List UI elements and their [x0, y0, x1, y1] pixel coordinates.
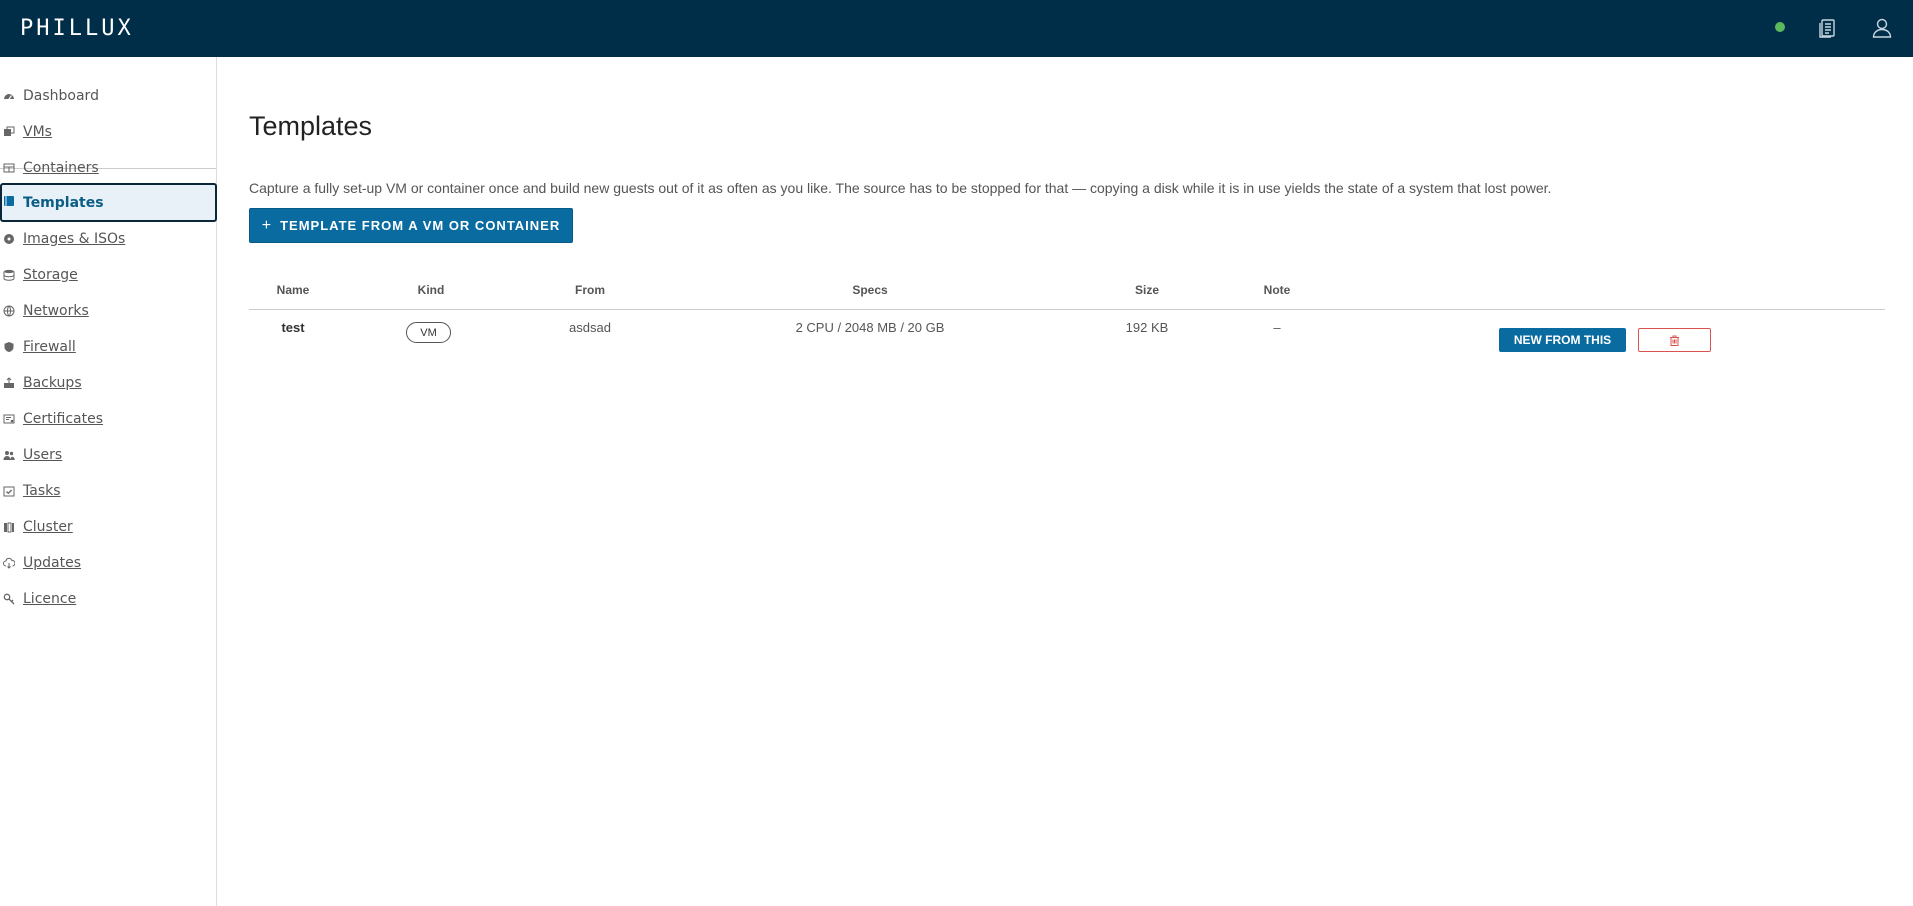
table-header-divider	[249, 309, 1885, 310]
backups-icon	[3, 377, 15, 389]
dashboard-icon	[3, 90, 15, 102]
sidebar-item-firewall[interactable]: Firewall	[0, 329, 217, 365]
page-description: Capture a fully set-up VM or container o…	[249, 180, 1552, 196]
sidebar-item-users[interactable]: Users	[0, 437, 217, 473]
template-name: test	[281, 320, 305, 335]
users-icon	[3, 449, 15, 461]
sidebar-item-label: VMs	[23, 124, 52, 140]
storage-icon	[3, 269, 15, 281]
column-header-note[interactable]: Note	[1264, 283, 1291, 297]
sidebar-item-cluster[interactable]: Cluster	[0, 509, 217, 545]
sidebar-item-label: Dashboard	[23, 88, 99, 104]
sidebar-item-certificates[interactable]: Certificates	[0, 401, 217, 437]
vms-icon	[3, 126, 15, 138]
sidebar-item-label: Users	[23, 447, 63, 463]
top-bar: PHILLUX	[0, 0, 1913, 57]
sidebar-item-label: Licence	[23, 591, 77, 607]
plus-icon: +	[261, 216, 273, 234]
column-header-kind[interactable]: Kind	[418, 283, 445, 297]
key-icon	[3, 593, 15, 605]
new-from-this-button[interactable]: NEW FROM THIS	[1499, 328, 1626, 352]
column-header-specs[interactable]: Specs	[852, 283, 887, 297]
kind-badge: VM	[406, 322, 451, 343]
delete-button[interactable]	[1638, 328, 1711, 352]
column-header-name[interactable]: Name	[277, 283, 310, 297]
sidebar-item-label: Firewall	[23, 339, 76, 355]
sidebar-item-label: Tasks	[23, 483, 61, 499]
cluster-icon	[3, 521, 15, 533]
tasks-icon	[3, 485, 15, 497]
sidebar-item-label: Storage	[23, 267, 78, 283]
cloud-download-icon	[3, 557, 15, 569]
docs-icon[interactable]	[1813, 14, 1841, 42]
column-header-from[interactable]: From	[575, 283, 605, 297]
sidebar-item-label: Cluster	[23, 519, 73, 535]
sidebar-item-label: Networks	[23, 303, 89, 319]
sidebar-item-label: Certificates	[23, 411, 104, 427]
button-label: TEMPLATE FROM A VM OR CONTAINER	[280, 218, 561, 233]
sidebar-item-storage[interactable]: Storage	[0, 257, 217, 293]
sidebar-item-tasks[interactable]: Tasks	[0, 473, 217, 509]
sidebar-item-backups[interactable]: Backups	[0, 365, 217, 401]
templates-icon	[3, 195, 15, 207]
column-header-size[interactable]: Size	[1135, 283, 1159, 297]
containers-icon	[3, 162, 15, 174]
sidebar-item-images[interactable]: Images & ISOs	[0, 221, 217, 257]
trash-icon	[1670, 335, 1679, 346]
shield-icon	[3, 341, 15, 353]
sidebar-item-templates[interactable]: Templates	[0, 183, 217, 222]
status-indicator	[1775, 22, 1785, 32]
sidebar-item-label: Backups	[23, 375, 82, 391]
certificates-icon	[3, 413, 15, 425]
template-size: 192 KB	[1125, 320, 1169, 335]
template-note: –	[1273, 320, 1281, 335]
page-title: Templates	[249, 111, 373, 141]
networks-icon	[3, 305, 15, 317]
sidebar-item-label: Templates	[23, 194, 104, 211]
sidebar-item-label: Containers	[23, 160, 99, 176]
app-logo[interactable]: PHILLUX	[20, 14, 134, 42]
sidebar-item-label: Updates	[23, 555, 81, 571]
sidebar-item-label: Images & ISOs	[23, 231, 126, 247]
sidebar-item-networks[interactable]: Networks	[0, 293, 217, 329]
sidebar-item-licence[interactable]: Licence	[0, 581, 217, 617]
template-specs: 2 CPU / 2048 MB / 20 GB	[795, 320, 945, 335]
images-icon	[3, 233, 15, 245]
template-from-vm-button[interactable]: + TEMPLATE FROM A VM OR CONTAINER	[249, 208, 573, 243]
sidebar-nav: Dashboard VMs Containers Templates Image…	[0, 57, 217, 906]
user-icon[interactable]	[1868, 14, 1896, 42]
sidebar-item-vms[interactable]: VMs	[0, 114, 217, 150]
template-source: asdsad	[569, 320, 611, 335]
sidebar-item-containers[interactable]: Containers	[0, 150, 217, 186]
sidebar-item-updates[interactable]: Updates	[0, 545, 217, 581]
sidebar-item-dashboard[interactable]: Dashboard	[0, 78, 217, 114]
